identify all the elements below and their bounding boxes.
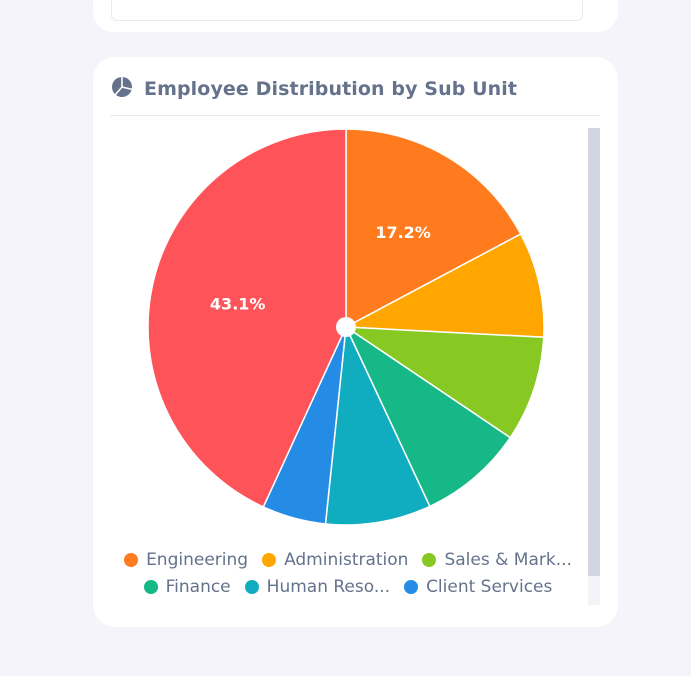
slice-data-label: 43.1%: [210, 294, 266, 313]
legend-item[interactable]: Human Reso...: [244, 576, 391, 597]
legend-label: Client Services: [426, 576, 553, 597]
previous-widget-content: [111, 0, 583, 21]
previous-widget-card: [93, 0, 618, 32]
legend-color-dot: [404, 579, 419, 594]
pie-chart: 17.2% 43.1%: [147, 128, 545, 526]
legend-label: Human Reso...: [266, 576, 391, 597]
legend-color-dot: [244, 579, 259, 594]
pie-center-hole: [336, 317, 356, 337]
legend-color-dot: [143, 579, 158, 594]
legend-item[interactable]: Finance: [143, 576, 231, 597]
slice-data-label: 17.2%: [375, 223, 431, 242]
legend-color-dot: [124, 552, 139, 567]
legend-item[interactable]: Client Services: [404, 576, 552, 597]
legend-item[interactable]: Administration: [262, 549, 408, 570]
legend-label: Finance: [165, 576, 231, 597]
chart-legend: Engineering Administration Sales & Mark...…: [113, 549, 583, 597]
legend-label: Sales & Mark...: [444, 549, 572, 570]
legend-label: Administration: [284, 549, 409, 570]
widget-scrollbar[interactable]: [588, 128, 600, 605]
scrollbar-thumb[interactable]: [588, 128, 600, 576]
legend-item[interactable]: Sales & Mark...: [422, 549, 572, 570]
legend-item[interactable]: Engineering: [124, 549, 248, 570]
employee-distribution-widget: Employee Distribution by Sub Unit 17.2% 4…: [93, 57, 618, 627]
legend-color-dot: [262, 552, 277, 567]
legend-label: Engineering: [146, 549, 249, 570]
legend-color-dot: [422, 552, 437, 567]
